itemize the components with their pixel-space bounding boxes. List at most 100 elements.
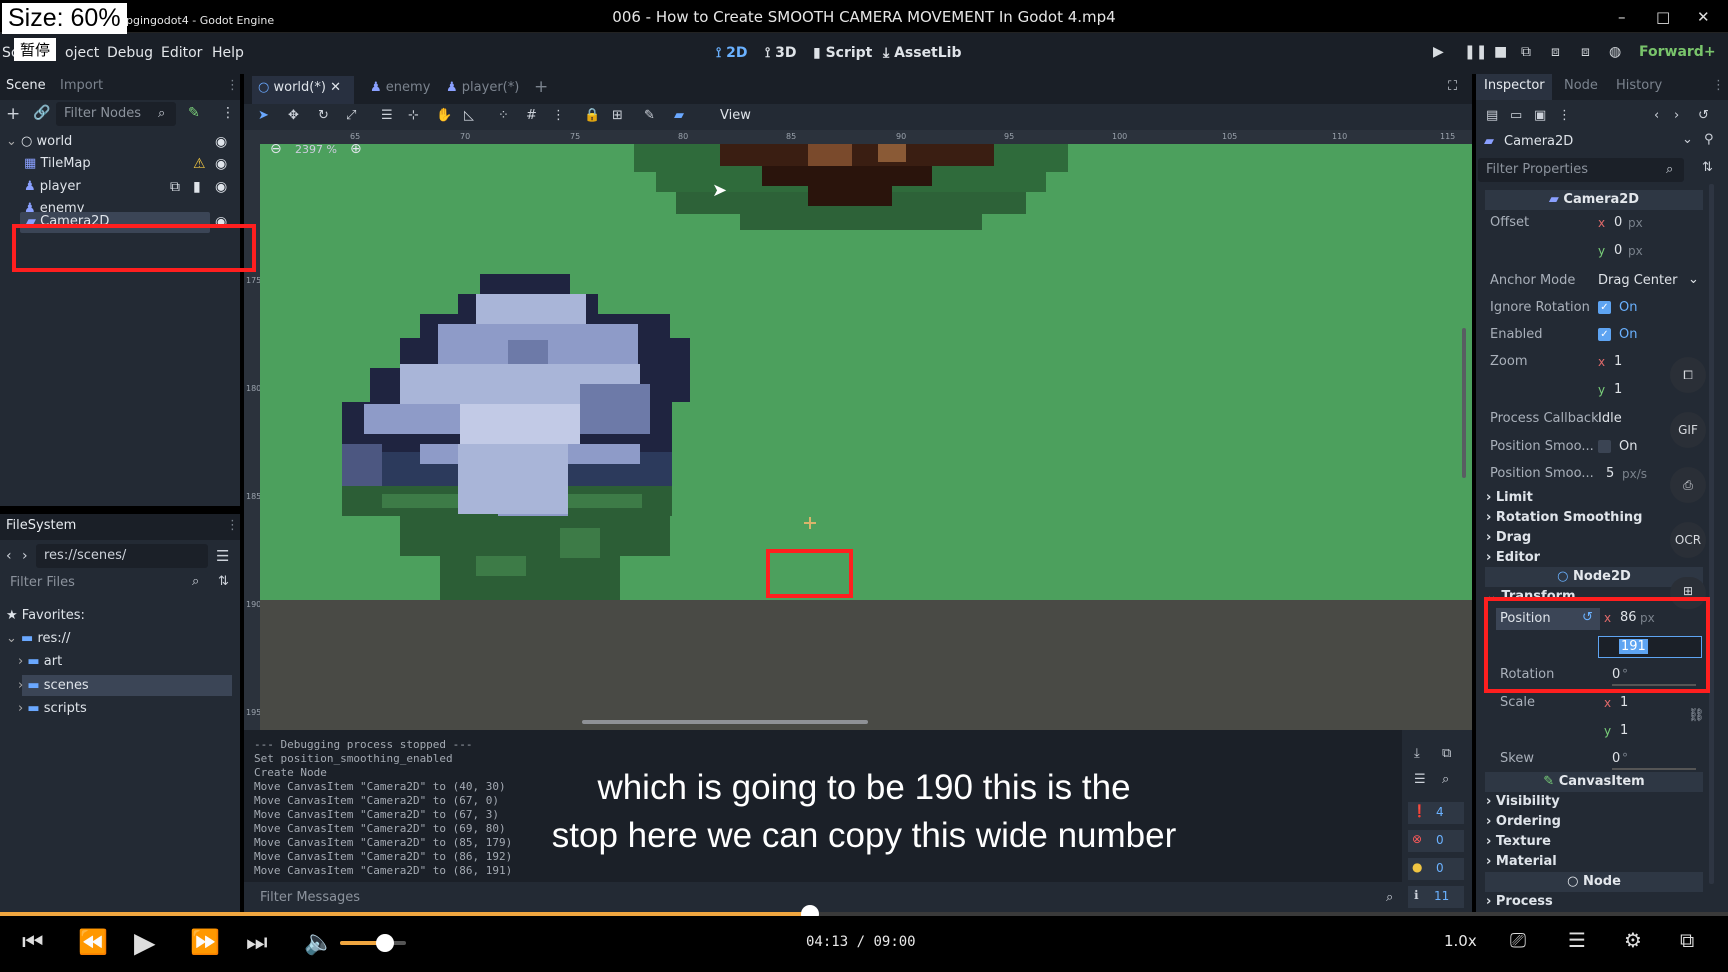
tab-world[interactable]: ○ world(*) ✕ [258, 80, 341, 95]
add-tab-icon[interactable]: + [534, 77, 548, 97]
menu-help[interactable]: Help [212, 45, 244, 61]
rewind-icon[interactable]: ⏪ [78, 928, 108, 956]
clear-log-icon[interactable]: ⤓ [1414, 746, 1420, 761]
visibility-eye-icon[interactable]: ◉ [215, 179, 227, 195]
section-rotation-smoothing[interactable]: › Rotation Smoothing [1486, 510, 1642, 525]
section-ordering[interactable]: › Ordering [1486, 814, 1561, 829]
zoom-y-value[interactable]: 1 [1614, 382, 1622, 397]
section-texture[interactable]: › Texture [1486, 834, 1551, 849]
group-icon[interactable]: ⊞ [612, 108, 623, 123]
position-smoothing-speed-value[interactable]: 5 [1606, 466, 1614, 481]
zoom-out-icon[interactable]: ⊖ [270, 144, 282, 157]
pan-tool-icon[interactable]: ✋ [436, 108, 452, 123]
pivot-icon[interactable]: ⊹ [408, 108, 419, 123]
chevron-down-icon[interactable]: ⌄ [1688, 272, 1699, 287]
menu-editor[interactable]: Editor [161, 45, 202, 61]
section-drag[interactable]: › Drag [1486, 530, 1531, 545]
crop-icon[interactable]: ⧠ [1670, 357, 1706, 393]
favorites-row[interactable]: ★ Favorites: [6, 608, 85, 630]
add-node-icon[interactable]: + [6, 104, 20, 124]
list-view-icon[interactable]: ☰ [216, 547, 229, 565]
tab-import[interactable]: Import [60, 78, 103, 93]
position-smoothing-checkbox[interactable] [1598, 440, 1611, 453]
visibility-eye-icon[interactable]: ◉ [215, 156, 227, 172]
list-select-icon[interactable]: ☰ [381, 108, 393, 123]
skew-value[interactable]: 0 [1612, 751, 1620, 766]
tree-node-player[interactable]: ♟ player [24, 179, 81, 201]
section-process[interactable]: › Process [1486, 894, 1553, 909]
skew-slider[interactable] [1612, 768, 1696, 770]
ruler-tool-icon[interactable]: ◺ [464, 108, 474, 123]
anchor-mode-select[interactable]: Drag Center [1598, 273, 1677, 288]
new-resource-icon[interactable]: ▤ [1486, 108, 1498, 123]
enabled-checkbox[interactable]: ✓ [1598, 328, 1611, 341]
folder-art[interactable]: › ▬ art [18, 654, 62, 676]
filter-files-input[interactable]: Filter Files [2, 571, 208, 595]
tab-node[interactable]: Node [1564, 78, 1598, 93]
tab-inspector[interactable]: Inspector [1484, 78, 1545, 93]
zoom-level[interactable]: 2397 % [295, 144, 337, 156]
scale-tool-icon[interactable]: ⤢ [346, 108, 356, 123]
menu-project[interactable]: oject [65, 45, 99, 61]
filter-messages-input[interactable]: Filter Messages [252, 886, 1402, 910]
zoom-in-icon[interactable]: ⊕ [350, 144, 362, 157]
volume-handle[interactable] [375, 934, 394, 952]
skip-to-end-icon[interactable]: ⏭ [246, 928, 268, 956]
volume-track[interactable] [340, 941, 406, 945]
play-icon[interactable]: ▶ [134, 926, 156, 959]
process-callback-select[interactable]: Idle [1598, 411, 1622, 426]
camera-icon[interactable]: ⎙ [1670, 467, 1706, 503]
remote-debug-icon[interactable]: ⧉ [1521, 44, 1531, 60]
visibility-eye-icon[interactable]: ◉ [215, 134, 227, 150]
ocr-button[interactable]: OCR [1670, 522, 1706, 558]
minimize-button[interactable]: – [1618, 8, 1626, 26]
camera-override-icon[interactable]: ▰ [674, 108, 684, 123]
playback-speed[interactable]: 1.0x [1444, 932, 1477, 950]
attach-script-icon[interactable]: ✎ [188, 105, 200, 121]
tab-filesystem[interactable]: FileSystem [6, 518, 76, 533]
smart-snap-icon[interactable]: ⁘ [498, 108, 509, 123]
horizontal-scrollbar[interactable] [582, 720, 868, 724]
volume-icon[interactable]: 🔈 [304, 928, 334, 956]
count-warnings[interactable]: ● 0 [1408, 858, 1464, 880]
open-resource-icon[interactable]: ▭ [1510, 108, 1522, 123]
viewport-2d[interactable]: ⊖ 2397 % ⊕ ➤ [260, 144, 1472, 730]
gif-button[interactable]: GIF [1670, 412, 1706, 448]
save-resource-icon[interactable]: ▣ [1534, 108, 1546, 123]
open-scene-icon[interactable]: ⧉ [170, 179, 180, 195]
zoom-x-value[interactable]: 1 [1614, 354, 1622, 369]
maximize-button[interactable]: □ [1656, 8, 1670, 26]
offset-x-value[interactable]: 0 [1614, 215, 1622, 230]
dock-menu-icon[interactable]: ⋮ [1712, 78, 1725, 93]
scale-y-value[interactable]: 1 [1620, 723, 1628, 738]
skip-to-start-icon[interactable]: ⏮ [22, 928, 44, 956]
workspace-script[interactable]: ▮ Script [813, 45, 872, 61]
chevron-down-icon[interactable]: ⌄ [1682, 132, 1693, 147]
picture-in-picture-icon[interactable]: ⧉ [1680, 928, 1694, 952]
pause-project-icon[interactable]: ❚❚ [1464, 44, 1487, 60]
distraction-free-icon[interactable]: ⛶ [1448, 79, 1457, 94]
filter-properties-input[interactable]: Filter Properties [1478, 158, 1684, 182]
scale-x-value[interactable]: 1 [1620, 695, 1628, 710]
stop-project-icon[interactable]: ■ [1494, 44, 1507, 60]
playlist-icon[interactable]: ☰ [1568, 928, 1586, 952]
vertical-scrollbar[interactable] [1462, 328, 1466, 478]
play-scene-icon[interactable]: ⧈ [1551, 44, 1560, 60]
tree-node-world[interactable]: ⌄ ○ world [6, 134, 72, 156]
tab-scene[interactable]: Scene [6, 78, 46, 93]
folder-scenes[interactable]: › ▬ scenes [18, 678, 89, 700]
count-editor[interactable]: ℹ 11 [1408, 886, 1464, 908]
res-root-row[interactable]: ⌄ ▬ res:// [6, 631, 70, 653]
link-icon[interactable]: ⛓ [1688, 708, 1705, 723]
menu-debug[interactable]: Debug [107, 45, 153, 61]
inspected-node-name[interactable]: Camera2D [1504, 134, 1573, 149]
workspace-2d[interactable]: ⟟ 2D [716, 45, 747, 61]
tab-history[interactable]: History [1616, 78, 1662, 93]
ignore-rotation-checkbox[interactable]: ✓ [1598, 301, 1611, 314]
lock-icon[interactable]: 🔒 [584, 108, 600, 123]
offset-y-value[interactable]: 0 [1614, 243, 1622, 258]
warning-icon[interactable]: ⚠ [193, 156, 206, 172]
grid-snap-icon[interactable]: # [526, 108, 537, 123]
section-visibility[interactable]: › Visibility [1486, 794, 1560, 809]
play-custom-icon[interactable]: ⧈ [1581, 44, 1590, 60]
